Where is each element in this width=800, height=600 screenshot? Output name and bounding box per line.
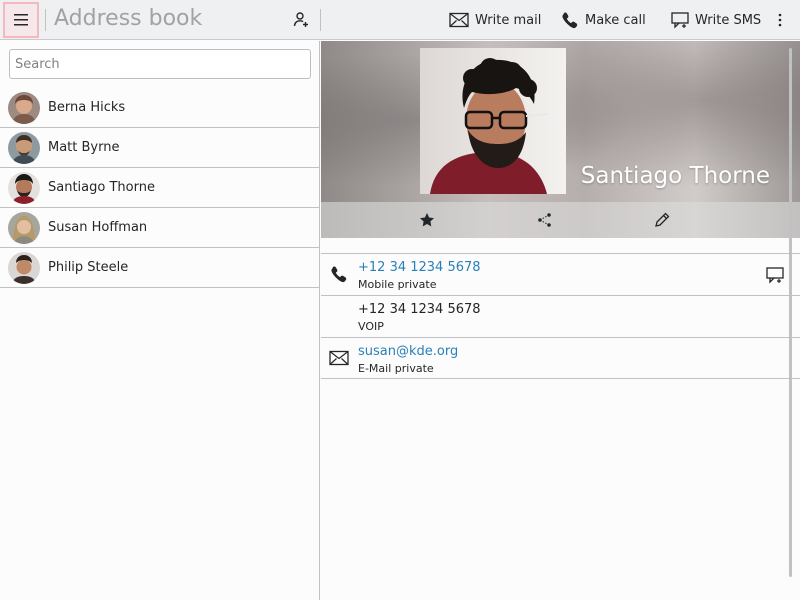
phone-icon [562,12,578,29]
avatar [8,131,40,164]
contact-item-susan-hoffman[interactable]: Susan Hoffman [0,208,320,248]
avatar [8,171,40,204]
contact-name: Santiago Thorne [48,180,155,195]
contact-header-actions [321,202,800,238]
contact-details: +12 34 1234 5678 Mobile private +12 34 1… [321,253,800,379]
add-contact-button[interactable] [290,9,312,31]
contact-header: Santiago Thorne [321,41,800,238]
page-title: Address book [54,6,203,31]
send-sms-button[interactable] [766,266,784,284]
avatar [8,251,40,284]
search-input[interactable] [9,49,311,79]
detail-row-voip: +12 34 1234 5678 VOIP [321,295,800,337]
contact-list-pane: Berna Hicks Matt Byrne [0,41,320,600]
phone-type-label: Mobile private [358,278,437,291]
contact-name: Berna Hicks [48,100,126,115]
contact-name: Matt Byrne [48,140,120,155]
scrollbar[interactable] [789,48,792,577]
email-link[interactable]: susan@kde.org [358,344,458,359]
contact-photo [420,48,566,194]
sms-icon [671,12,689,29]
contact-detail-pane: Santiago Thorne +12 34 1234 5678 Mobile … [321,41,800,600]
pencil-icon [655,212,670,227]
voip-number: +12 34 1234 5678 [358,302,481,317]
toolbar: Address book Write mail Make call Write … [0,0,800,40]
contact-item-berna-hicks[interactable]: Berna Hicks [0,88,320,128]
mail-icon [449,12,469,28]
phone-number-link[interactable]: +12 34 1234 5678 [358,260,481,275]
write-mail-button[interactable]: Write mail [449,9,541,31]
kebab-menu-icon [778,13,782,27]
toolbar-separator [45,9,46,31]
make-call-button[interactable]: Make call [561,9,646,31]
sms-icon [766,267,784,284]
contact-name: Philip Steele [48,260,129,275]
write-sms-label: Write SMS [695,12,762,28]
write-sms-button[interactable]: Write SMS [671,9,761,31]
hamburger-menu-button[interactable] [3,2,39,38]
write-mail-label: Write mail [475,12,542,28]
star-icon [420,213,434,227]
contact-list: Berna Hicks Matt Byrne Santiago Thorne S… [0,88,320,288]
voip-label: VOIP [358,320,384,333]
toolbar-separator [320,9,321,31]
add-person-icon [293,12,308,27]
phone-icon [329,264,349,284]
avatar [8,91,40,124]
contact-item-philip-steele[interactable]: Philip Steele [0,248,320,288]
mail-icon [329,348,349,368]
hamburger-icon [14,14,28,26]
avatar [8,211,40,244]
detail-row-phone: +12 34 1234 5678 Mobile private [321,253,800,295]
contact-name: Susan Hoffman [48,220,148,235]
email-type-label: E-Mail private [358,362,434,375]
favorite-button[interactable] [418,211,436,229]
contact-item-matt-byrne[interactable]: Matt Byrne [0,128,320,168]
make-call-label: Make call [585,12,646,28]
contact-item-santiago-thorne[interactable]: Santiago Thorne [0,168,320,208]
contact-display-name: Santiago Thorne [580,163,770,189]
share-icon [538,213,551,227]
share-button[interactable] [536,211,554,229]
edit-button[interactable] [653,211,671,229]
more-options-button[interactable] [772,9,788,31]
detail-row-email: susan@kde.org E-Mail private [321,337,800,379]
